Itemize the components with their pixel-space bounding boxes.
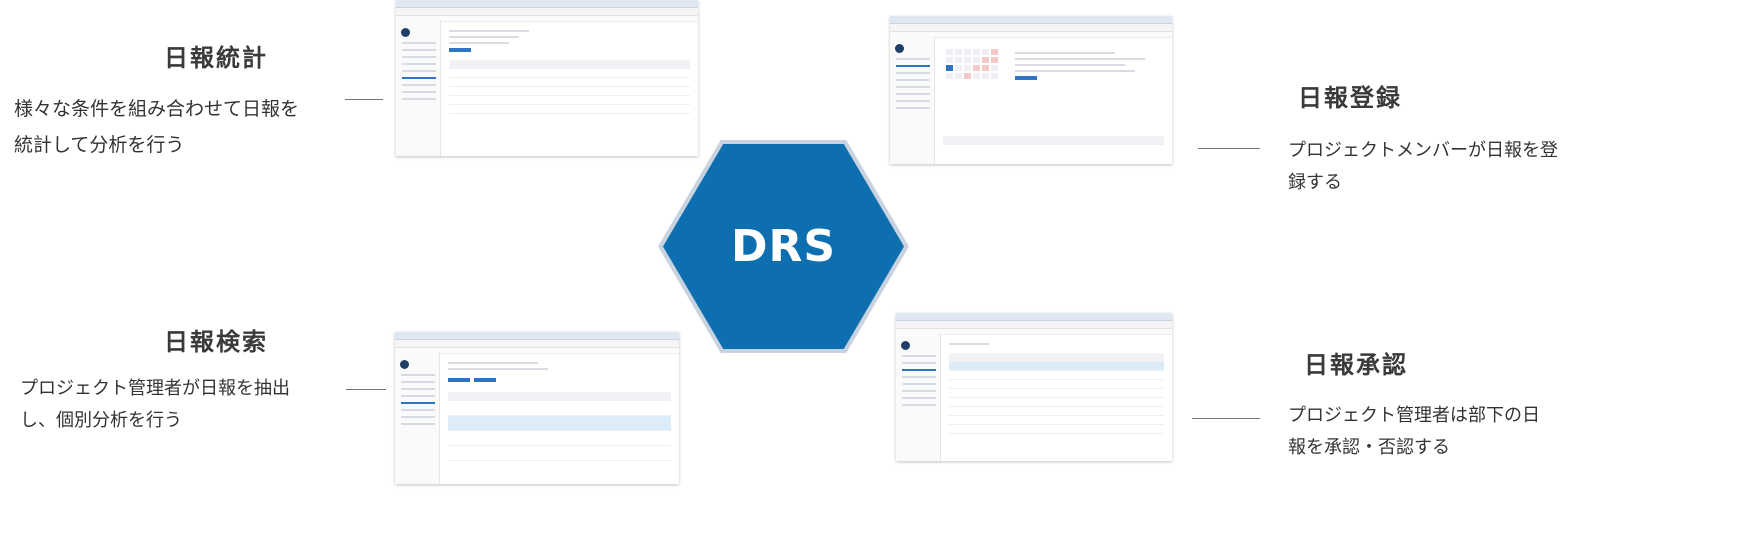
app-logo-icon (895, 44, 904, 53)
drs-hexagon: DRS (658, 140, 909, 353)
app-logo-icon (901, 341, 910, 350)
app-main (441, 20, 698, 156)
app-window (896, 333, 1172, 461)
drs-hexagon-fill: DRS (663, 144, 904, 349)
feature-search-desc: プロジェクト管理者が日報を抽出 し、個別分析を行う (20, 373, 340, 437)
feature-approval-desc: プロジェクト管理者は部下の日 報を承認・否認する (1288, 400, 1563, 464)
drs-label: DRS (730, 221, 837, 272)
feature-approval-desc-line1: プロジェクト管理者は部下の日 (1288, 405, 1540, 426)
feature-registration-desc-line1: プロジェクトメンバーが日報を登 (1288, 140, 1558, 161)
app-window (395, 352, 679, 484)
feature-statistics-desc-line1: 様々な条件を組み合わせて日報を (14, 98, 300, 120)
feature-search: 日報検索 プロジェクト管理者が日報を抽出 し、個別分析を行う (20, 322, 340, 437)
register-button (1015, 76, 1037, 80)
search-button (449, 48, 471, 52)
feature-search-title: 日報検索 (164, 328, 268, 356)
screenshot-search (395, 332, 679, 484)
app-sidebar (896, 333, 941, 461)
app-sidebar (890, 36, 935, 164)
browser-tab-bar (896, 313, 1172, 321)
app-window (890, 36, 1172, 164)
app-main (941, 333, 1172, 461)
calendar-widget (945, 48, 1005, 100)
app-main (440, 352, 679, 484)
search-button (448, 378, 470, 382)
feature-approval-title: 日報承認 (1304, 351, 1408, 379)
screenshot-registration (890, 16, 1172, 164)
connector-statistics (345, 99, 383, 100)
browser-address-bar (896, 321, 1172, 329)
browser-address-bar (395, 340, 679, 348)
browser-tab-bar (395, 332, 679, 340)
browser-address-bar (396, 8, 698, 16)
feature-registration-desc-line2: 録する (1288, 172, 1342, 193)
feature-statistics-desc: 様々な条件を組み合わせて日報を 統計して分析を行う (14, 91, 334, 163)
feature-search-desc-line2: し、個別分析を行う (20, 410, 182, 431)
feature-statistics-desc-line2: 統計して分析を行う (14, 134, 185, 156)
feature-statistics-title: 日報統計 (164, 44, 268, 72)
connector-registration (1198, 148, 1260, 149)
browser-tab-bar (396, 0, 698, 8)
feature-registration-title: 日報登録 (1298, 84, 1402, 112)
app-logo-icon (401, 28, 410, 37)
feature-search-desc-line1: プロジェクト管理者が日報を抽出 (20, 378, 290, 399)
browser-tab-bar (890, 16, 1172, 24)
app-main (935, 36, 1172, 164)
app-logo-icon (400, 360, 409, 369)
feature-approval: 日報承認 プロジェクト管理者は部下の日 報を承認・否認する (1288, 345, 1563, 464)
feature-statistics: 日報統計 様々な条件を組み合わせて日報を 統計して分析を行う (14, 38, 334, 163)
browser-address-bar (890, 24, 1172, 32)
screenshot-approval (896, 313, 1172, 461)
app-window (396, 20, 698, 156)
connector-approval (1192, 418, 1260, 419)
app-sidebar (396, 20, 441, 156)
feature-approval-desc-line2: 報を承認・否認する (1288, 437, 1450, 458)
clear-button (474, 378, 496, 382)
app-sidebar (395, 352, 440, 484)
screenshot-statistics (396, 0, 698, 156)
feature-registration: 日報登録 プロジェクトメンバーが日報を登 録する (1288, 78, 1558, 199)
feature-registration-desc: プロジェクトメンバーが日報を登 録する (1288, 135, 1558, 199)
connector-search (346, 389, 386, 390)
